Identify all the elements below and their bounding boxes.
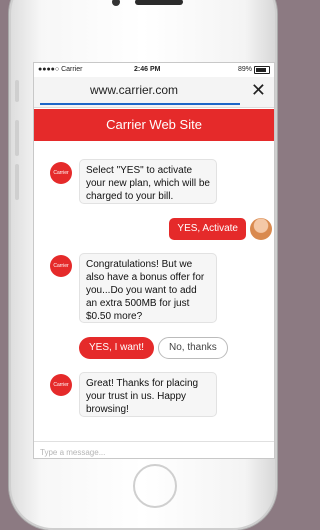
- phone-screen: ●●●●○ Carrier 2:46 PM 89% www.carrier.co…: [33, 62, 275, 459]
- bot-avatar: Carrier: [50, 374, 72, 396]
- status-bar: ●●●●○ Carrier 2:46 PM 89%: [34, 63, 274, 76]
- front-camera-icon: [112, 0, 120, 6]
- message-composer: [34, 441, 274, 458]
- bot-message: Congratulations! But we also have a bonu…: [79, 253, 217, 323]
- bot-avatar: Carrier: [50, 255, 72, 277]
- bot-message: Great! Thanks for placing your trust in …: [79, 372, 217, 417]
- user-message: YES, Activate: [169, 218, 246, 240]
- close-icon[interactable]: ✕: [251, 80, 266, 101]
- bot-message: Select "YES" to activate your new plan, …: [79, 159, 217, 204]
- browser-bar: www.carrier.com ✕: [34, 77, 274, 108]
- home-button[interactable]: [133, 464, 177, 508]
- url-field[interactable]: www.carrier.com: [34, 83, 234, 97]
- battery-percent: 89%: [237, 66, 252, 73]
- mute-switch: [15, 80, 19, 102]
- bot-avatar: Carrier: [50, 162, 72, 184]
- no-thanks-button[interactable]: No, thanks: [158, 337, 228, 359]
- avatar: [250, 218, 272, 240]
- url-underline: [40, 103, 240, 105]
- status-time: 2:46 PM: [134, 66, 161, 73]
- volume-up-button: [15, 120, 19, 156]
- message-input[interactable]: [38, 447, 272, 458]
- volume-down-button: [15, 164, 19, 200]
- speaker-grille: [135, 0, 183, 5]
- page-title: Carrier Web Site: [34, 109, 274, 141]
- carrier-label: ●●●●○ Carrier: [38, 66, 83, 73]
- battery-icon: [254, 66, 270, 74]
- yes-i-want-button[interactable]: YES, I want!: [79, 337, 155, 359]
